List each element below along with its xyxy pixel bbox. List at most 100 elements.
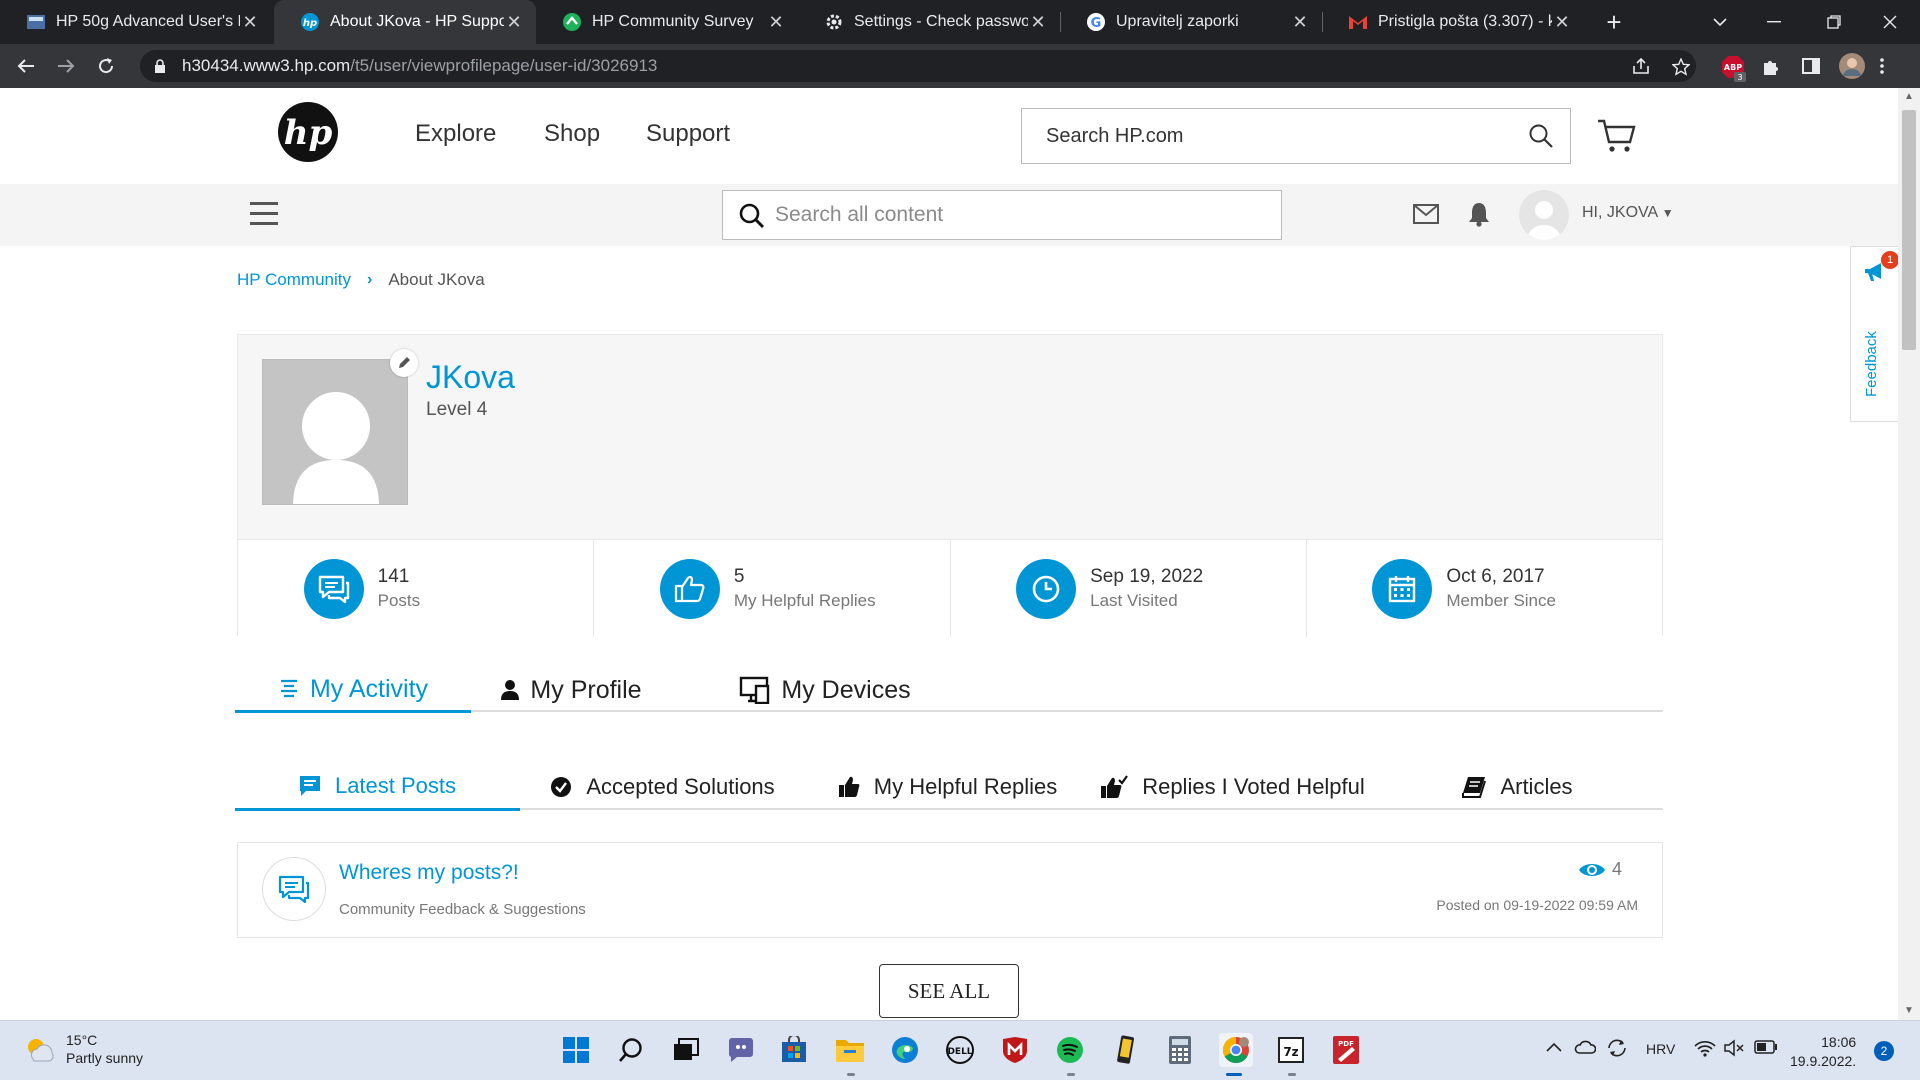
community-search-placeholder: Search all content [775,203,944,226]
reload-button[interactable] [92,52,120,80]
feedback-label[interactable]: Feedback [1863,331,1880,397]
user-menu[interactable]: HI, JKOVA ▼ [1582,204,1674,222]
teams-chat-icon[interactable] [724,1033,758,1067]
tab-my-activity[interactable]: My Activity [235,668,471,713]
tab-latest-posts[interactable]: Latest Posts [235,764,520,811]
microsoft-store-icon[interactable] [777,1033,811,1067]
tab-articles[interactable]: Articles [1375,764,1660,810]
search-icon[interactable] [1528,123,1554,149]
share-icon[interactable] [1632,58,1650,74]
community-search-input[interactable]: Search all content [722,190,1282,240]
file-explorer-icon[interactable] [833,1033,867,1067]
browser-tab[interactable]: G Upravitelj zaporki ✕ [1060,0,1322,44]
nav-support[interactable]: Support [646,120,730,148]
weather-temp: 15°C [66,1032,98,1048]
mcafee-icon[interactable] [998,1033,1032,1067]
bell-icon[interactable] [1468,201,1490,227]
spotify-icon[interactable] [1053,1033,1087,1067]
7zip-icon[interactable]: 7z [1274,1033,1308,1067]
hp-logo[interactable]: hp [278,102,338,162]
svg-text:hp: hp [284,113,333,153]
svg-text:hp: hp [303,18,317,29]
new-tab-button[interactable]: + [1598,6,1630,38]
browser-tab[interactable]: Pristigla pošta (3.307) - kov ✕ [1322,0,1584,44]
nav-shop[interactable]: Shop [544,120,600,148]
url-path: /t5/user/viewprofilepage/user-id/3026913 [350,56,658,75]
close-icon[interactable]: ✕ [1028,12,1048,33]
close-window-button[interactable] [1862,0,1918,44]
phone-link-icon[interactable] [1108,1033,1142,1067]
post-category[interactable]: Community Feedback & Suggestions [339,901,586,918]
close-icon[interactable]: ✕ [240,12,260,33]
notification-count-badge[interactable]: 2 [1874,1041,1894,1061]
language-indicator[interactable]: HRV [1646,1041,1675,1057]
user-avatar[interactable] [1519,190,1569,240]
browser-tab[interactable]: HP Community Survey ✕ [536,0,798,44]
hp-search-input[interactable]: Search HP.com [1021,108,1571,164]
onedrive-icon[interactable] [1574,1039,1596,1055]
calculator-icon[interactable] [1163,1033,1197,1067]
tab-my-devices[interactable]: My Devices [735,668,915,712]
browser-tab-active[interactable]: hp About JKova - HP Support C ✕ [274,0,536,44]
task-view-icon[interactable] [669,1033,703,1067]
tab-my-helpful-replies[interactable]: My Helpful Replies [805,764,1090,810]
wifi-icon[interactable] [1694,1039,1716,1057]
edge-browser-icon[interactable] [888,1033,922,1067]
profile-avatar-icon[interactable] [1838,52,1866,80]
pdf-editor-icon[interactable]: PDF [1329,1033,1363,1067]
restore-button[interactable] [1806,0,1862,44]
lock-icon[interactable] [154,58,170,74]
extensions-puzzle-icon[interactable] [1762,58,1780,76]
tab-search-icon[interactable] [1692,0,1748,44]
windows-start-icon[interactable] [559,1033,593,1067]
post-list-item[interactable]: Wheres my posts?! Community Feedback & S… [237,842,1663,938]
edit-pencil-icon[interactable] [390,349,418,377]
hamburger-menu-icon[interactable] [250,202,278,232]
dell-icon[interactable]: DELL [943,1033,977,1067]
bookmark-star-icon[interactable] [1672,58,1690,76]
page-scrollbar[interactable]: ▲ ▼ [1898,88,1920,1020]
address-bar[interactable]: h30434.www3.hp.com/t5/user/viewprofilepa… [140,50,1696,82]
close-icon[interactable]: ✕ [504,12,524,33]
weather-widget[interactable]: 15°C Partly sunny [24,1031,143,1067]
back-button[interactable] [12,52,40,80]
tab-my-profile[interactable]: My Profile [471,668,671,712]
close-icon[interactable]: ✕ [1290,12,1310,33]
hp-search-placeholder: Search HP.com [1046,125,1184,147]
search-icon[interactable] [739,203,765,229]
browser-tab[interactable]: HP 50g Advanced User's Re ✕ [0,0,272,44]
web-page: hp Explore Shop Support Search HP.com Se… [0,88,1898,1020]
minimize-button[interactable] [1746,0,1802,44]
post-title-link[interactable]: Wheres my posts?! [339,861,519,885]
stat-label: My Helpful Replies [733,591,876,610]
close-icon[interactable]: ✕ [766,12,786,33]
scroll-up-arrow-icon[interactable]: ▲ [1898,88,1920,106]
scroll-down-arrow-icon[interactable]: ▼ [1898,1002,1920,1020]
svg-text:ABP: ABP [1724,63,1742,72]
side-panel-icon[interactable] [1802,58,1820,74]
mail-icon[interactable] [1413,204,1439,224]
system-clock[interactable]: 18:06 19.9.2022. [1790,1033,1856,1071]
browser-tab[interactable]: Settings - Check passwords ✕ [798,0,1060,44]
battery-icon[interactable] [1754,1040,1778,1054]
menu-kebab-icon[interactable] [1880,58,1884,74]
speaker-muted-icon[interactable] [1724,1039,1746,1057]
close-icon[interactable]: ✕ [1552,12,1572,33]
tab-replies-voted-helpful[interactable]: Replies I Voted Helpful [1090,764,1375,810]
sync-icon[interactable] [1606,1038,1628,1058]
browser-tab-strip: HP 50g Advanced User's Re ✕ hp About JKo… [0,0,1920,44]
search-icon[interactable] [614,1033,648,1067]
cart-icon[interactable] [1597,118,1637,154]
chevron-up-icon[interactable] [1546,1041,1562,1053]
scrollbar-thumb[interactable] [1902,110,1916,350]
tab-accepted-solutions[interactable]: Accepted Solutions [520,764,805,810]
chrome-icon[interactable] [1219,1033,1253,1067]
see-all-button[interactable]: SEE ALL [879,964,1019,1018]
feedback-widget[interactable]: 1 Feedback [1850,246,1898,422]
adblock-extension-icon[interactable]: ABP 3 [1720,54,1748,82]
svg-text:DELL: DELL [947,1047,972,1057]
nav-explore[interactable]: Explore [415,120,496,148]
breadcrumb-home[interactable]: HP Community [237,270,351,290]
profile-tabs: My Activity My Profile My Devices [235,668,1663,713]
forward-button[interactable] [52,52,80,80]
